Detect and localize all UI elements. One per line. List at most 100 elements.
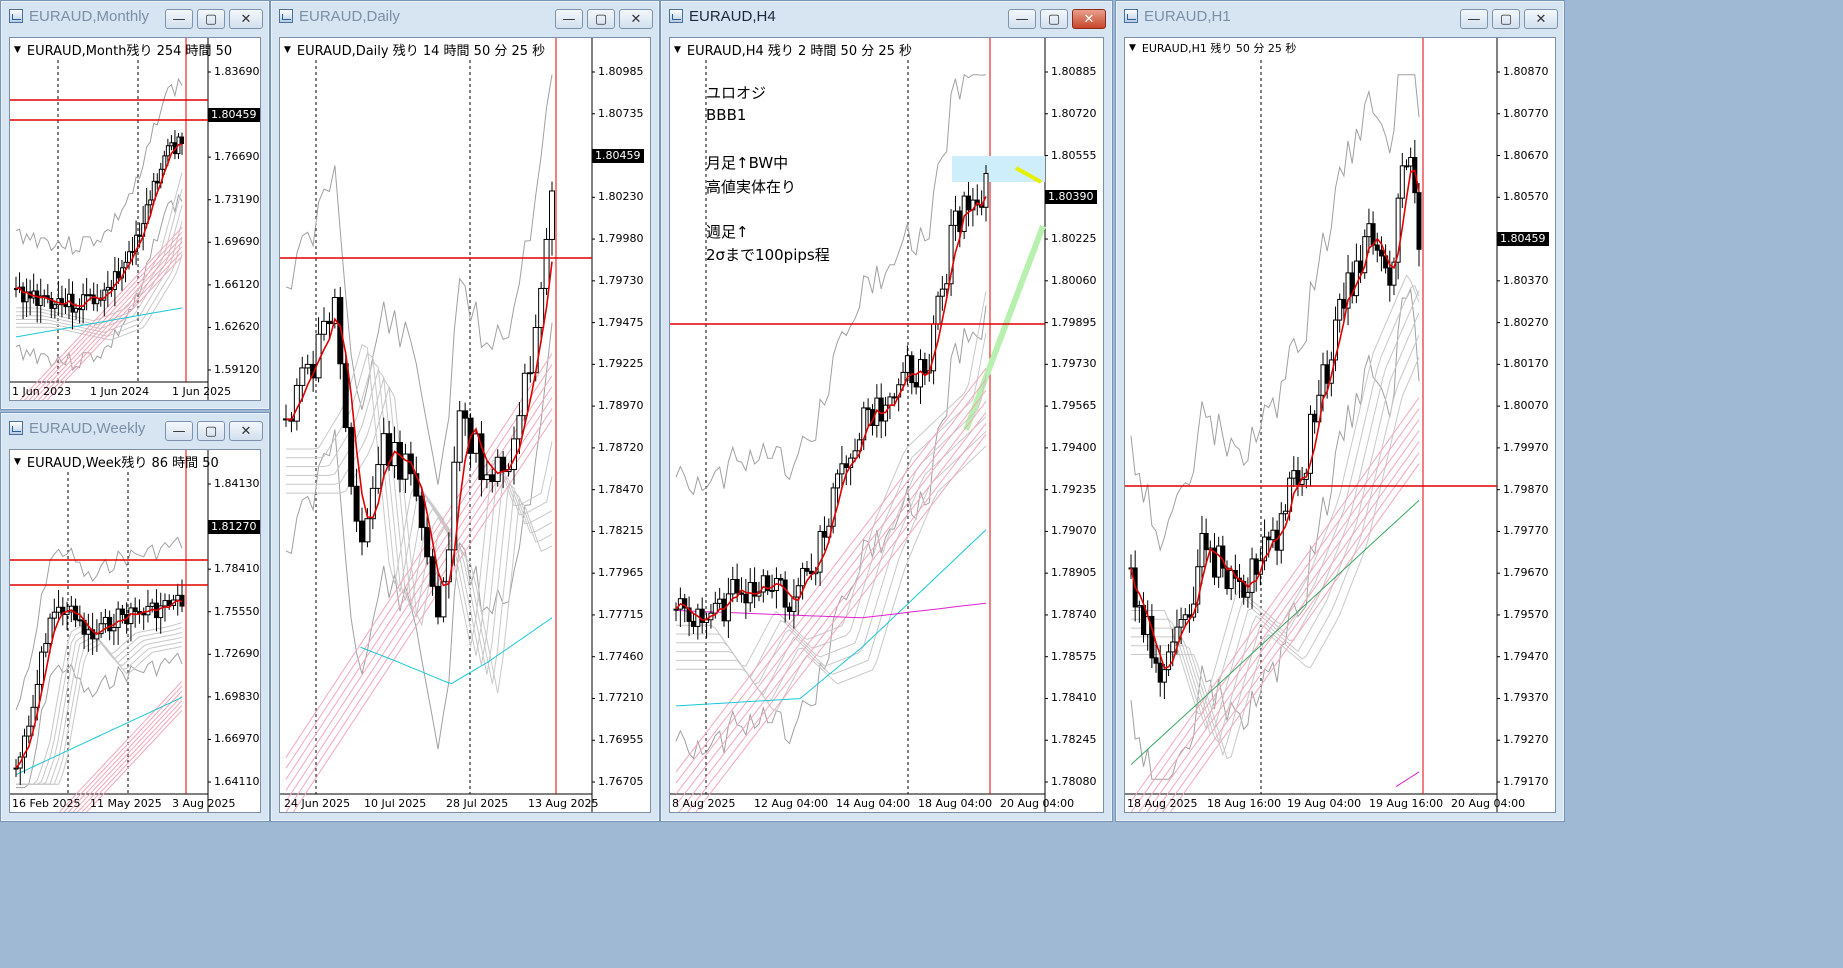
chart-area-weekly[interactable]: ▼ EURAUD,Week残り 86 時間 50 1.84130 1.81270 1.…: [9, 449, 261, 813]
chart-area-h1[interactable]: ▼ EURAUD,H1 残り 50 分 25 秒 1.80870 1.80770 1.…: [1124, 37, 1556, 813]
price-chart-svg: [10, 450, 211, 812]
trend-arrow-green[interactable]: [963, 224, 1046, 432]
chart-area-daily[interactable]: ▼ EURAUD,Daily 残り 14 時間 50 分 25 秒 1.80985…: [279, 37, 651, 813]
current-price-tag: 1.81270: [208, 519, 260, 534]
price-axis-label: 1.79770: [1503, 524, 1549, 538]
titlebar-monthly[interactable]: EURAUD,Monthly — ▢ ✕: [1, 1, 269, 31]
dropdown-icon[interactable]: ▼: [14, 457, 21, 467]
chart-window-icon: [279, 9, 293, 23]
candle-body: [1170, 641, 1176, 653]
dropdown-icon[interactable]: ▼: [674, 45, 681, 55]
price-axis-label: 1.79400: [1051, 440, 1097, 454]
maximize-button[interactable]: ▢: [1492, 9, 1520, 29]
close-button[interactable]: ✕: [1072, 9, 1106, 29]
ma-ribbon-pink: [285, 353, 553, 758]
candle-body: [725, 593, 731, 622]
maximize-button[interactable]: ▢: [197, 421, 225, 441]
price-axis-label: 1.79470: [1503, 649, 1549, 663]
time-axis-label: 24 Jun 2025: [284, 797, 351, 810]
minimize-button[interactable]: —: [165, 9, 193, 29]
candle-body: [462, 410, 469, 419]
close-button[interactable]: ✕: [619, 9, 653, 29]
candle-body: [102, 616, 108, 625]
titlebar-weekly[interactable]: EURAUD,Weekly — ▢ ✕: [1, 413, 269, 443]
candle-body: [1341, 298, 1347, 309]
minimize-button[interactable]: —: [555, 9, 583, 29]
candle-body: [1378, 249, 1384, 257]
titlebar-h1[interactable]: EURAUD,H1 — ▢ ✕: [1116, 1, 1564, 31]
candle-body: [500, 456, 507, 473]
candle-body: [1153, 657, 1159, 664]
price-axis-label: 1.77715: [598, 607, 644, 621]
chart-header: ▼ EURAUD,Month残り 254 時間 50: [14, 44, 233, 59]
candle-body: [56, 606, 62, 613]
minimize-button[interactable]: —: [1460, 9, 1488, 29]
candle-body: [375, 464, 382, 489]
price-axis-label: 1.78080: [1051, 775, 1097, 788]
candle-body: [74, 307, 79, 313]
price-axis-label: 1.80230: [598, 190, 644, 204]
dropdown-icon[interactable]: ▼: [14, 45, 21, 55]
price-axis-label: 1.78575: [1051, 649, 1097, 663]
current-price-tag: 1.80459: [208, 107, 260, 122]
maximize-button[interactable]: ▢: [197, 9, 225, 29]
chart-area-h4[interactable]: ▼ EURAUD,H4 残り 2 時間 50 分 25 秒 ユロオジ BBB1 月…: [669, 37, 1104, 813]
window-weekly[interactable]: EURAUD,Weekly — ▢ ✕ ▼ EURAUD,Week残り 86 時間…: [0, 412, 270, 822]
maximize-button[interactable]: ▢: [1040, 9, 1068, 29]
price-axis-label: 1.79980: [598, 232, 644, 246]
ma-short-red: [285, 261, 553, 587]
candle-body: [1174, 626, 1180, 643]
titlebar-h4[interactable]: EURAUD,H4 — ▢ ✕: [661, 1, 1112, 31]
candle-body: [1312, 413, 1318, 423]
candle-body: [127, 251, 132, 263]
current-price-tag: 1.80390: [1045, 190, 1097, 205]
price-axis-label: 1.79370: [1503, 691, 1549, 705]
time-axis-label: 10 Jul 2025: [364, 797, 427, 810]
candle-body: [180, 136, 184, 145]
price-axis-label: 1.78410: [1051, 691, 1097, 705]
candle-body: [1387, 267, 1393, 286]
window-monthly[interactable]: EURAUD,Monthly — ▢ ✕ ▼ EURAUD,Month残り 254…: [0, 0, 270, 410]
candle-body: [1157, 662, 1163, 683]
price-axis-label: 1.76705: [598, 775, 644, 788]
chart-header: ▼ EURAUD,H1 残り 50 分 25 秒: [1129, 42, 1297, 55]
maximize-button[interactable]: ▢: [587, 9, 615, 29]
price-axis-label: 1.80720: [1051, 106, 1097, 120]
close-button[interactable]: ✕: [229, 421, 263, 441]
candle-body: [348, 427, 355, 487]
close-button[interactable]: ✕: [1524, 9, 1558, 29]
time-axis-label: 1 Jun 2023: [12, 385, 72, 398]
candle-body: [843, 463, 849, 469]
window-h4[interactable]: EURAUD,H4 — ▢ ✕ ▼ EURAUD,H4 残り 2 時間 50 分 …: [660, 0, 1113, 822]
chart-area-monthly[interactable]: ▼ EURAUD,Month残り 254 時間 50 1.83690 1.80459…: [9, 37, 261, 401]
dropdown-icon[interactable]: ▼: [1129, 43, 1136, 53]
minimize-button[interactable]: —: [165, 421, 193, 441]
candle-body: [166, 600, 172, 606]
time-axis-label: 19 Aug 16:00: [1369, 797, 1444, 810]
candle-body: [800, 567, 806, 587]
candle-body: [538, 287, 545, 329]
candle-body: [35, 290, 40, 306]
candle-body: [342, 363, 349, 429]
candle-body: [1224, 567, 1230, 590]
candle-body: [516, 415, 523, 440]
candle-body: [359, 520, 365, 543]
price-axis-label: 1.78410: [214, 562, 260, 576]
ma-ribbon-pink: [1130, 397, 1420, 802]
price-axis-label: 1.80370: [1503, 273, 1549, 287]
close-button[interactable]: ✕: [229, 9, 263, 29]
window-daily[interactable]: EURAUD,Daily — ▢ ✕ ▼ EURAUD,Daily 残り 14 時…: [270, 0, 660, 822]
note-line: 高値実体在り: [706, 178, 797, 196]
note-line: 月足↑BW中: [706, 154, 789, 172]
ma-ribbon-pink: [63, 685, 183, 812]
price-axis-label: 1.79730: [1051, 357, 1097, 371]
dropdown-icon[interactable]: ▼: [284, 45, 291, 55]
candle-body: [81, 294, 86, 311]
titlebar-daily[interactable]: EURAUD,Daily — ▢ ✕: [271, 1, 659, 31]
minimize-button[interactable]: —: [1008, 9, 1036, 29]
price-axis-label: 1.80985: [598, 65, 644, 78]
chart-window-icon: [9, 421, 23, 435]
window-h1[interactable]: EURAUD,H1 — ▢ ✕ ▼ EURAUD,H1 残り 50 分 25 秒 …: [1115, 0, 1565, 822]
candle-body: [63, 304, 68, 308]
price-axis-label: 1.66120: [214, 277, 260, 291]
